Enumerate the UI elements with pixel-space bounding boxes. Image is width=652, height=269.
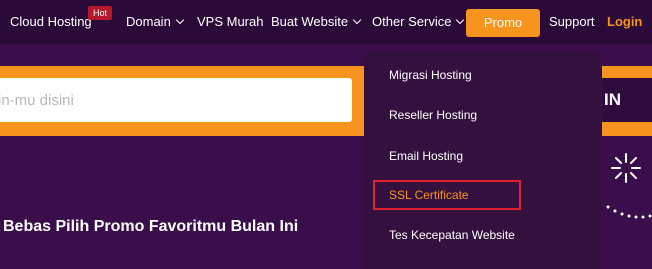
dropdown-item-migrasi-hosting[interactable]: Migrasi Hosting (389, 68, 472, 82)
other-service-dropdown: Migrasi Hosting Reseller Hosting Email H… (364, 52, 602, 269)
dropdown-item-ssl-certificate[interactable]: SSL Certificate (389, 188, 469, 202)
nav-domain[interactable]: Domain (126, 14, 185, 30)
nav-cloud-hosting[interactable]: Cloud Hosting (10, 14, 92, 30)
nav-vps-murah[interactable]: VPS Murah (197, 14, 263, 30)
nav-buat-website-label: Buat Website (271, 14, 349, 29)
promo-button[interactable]: Promo (466, 9, 540, 37)
login-link[interactable]: Login (607, 14, 642, 30)
sparkle-icon (611, 153, 641, 183)
chevron-down-icon (175, 15, 185, 25)
promo-heading: Bebas Pilih Promo Favoritmu Bulan Ini (3, 218, 299, 235)
dropdown-item-email-hosting[interactable]: Email Hosting (389, 149, 463, 163)
nav-support[interactable]: Support (549, 14, 595, 30)
chevron-down-icon (456, 15, 465, 25)
nav-buat-website[interactable]: Buat Website (271, 14, 362, 30)
top-navigation: Cloud Hosting Hot Domain VPS Murah Buat … (0, 0, 652, 44)
domain-search-input[interactable] (0, 78, 352, 122)
nav-domain-label: Domain (126, 14, 171, 29)
chevron-down-icon (352, 15, 362, 25)
dotted-arc-decoration (606, 205, 652, 219)
hot-badge: Hot (88, 6, 112, 20)
nav-other-service-label: Other Service (372, 14, 452, 29)
dropdown-item-tes-kecepatan-website[interactable]: Tes Kecepatan Website (389, 228, 515, 242)
dropdown-item-reseller-hosting[interactable]: Reseller Hosting (389, 108, 477, 122)
nav-other-service[interactable]: Other Service (372, 14, 465, 30)
